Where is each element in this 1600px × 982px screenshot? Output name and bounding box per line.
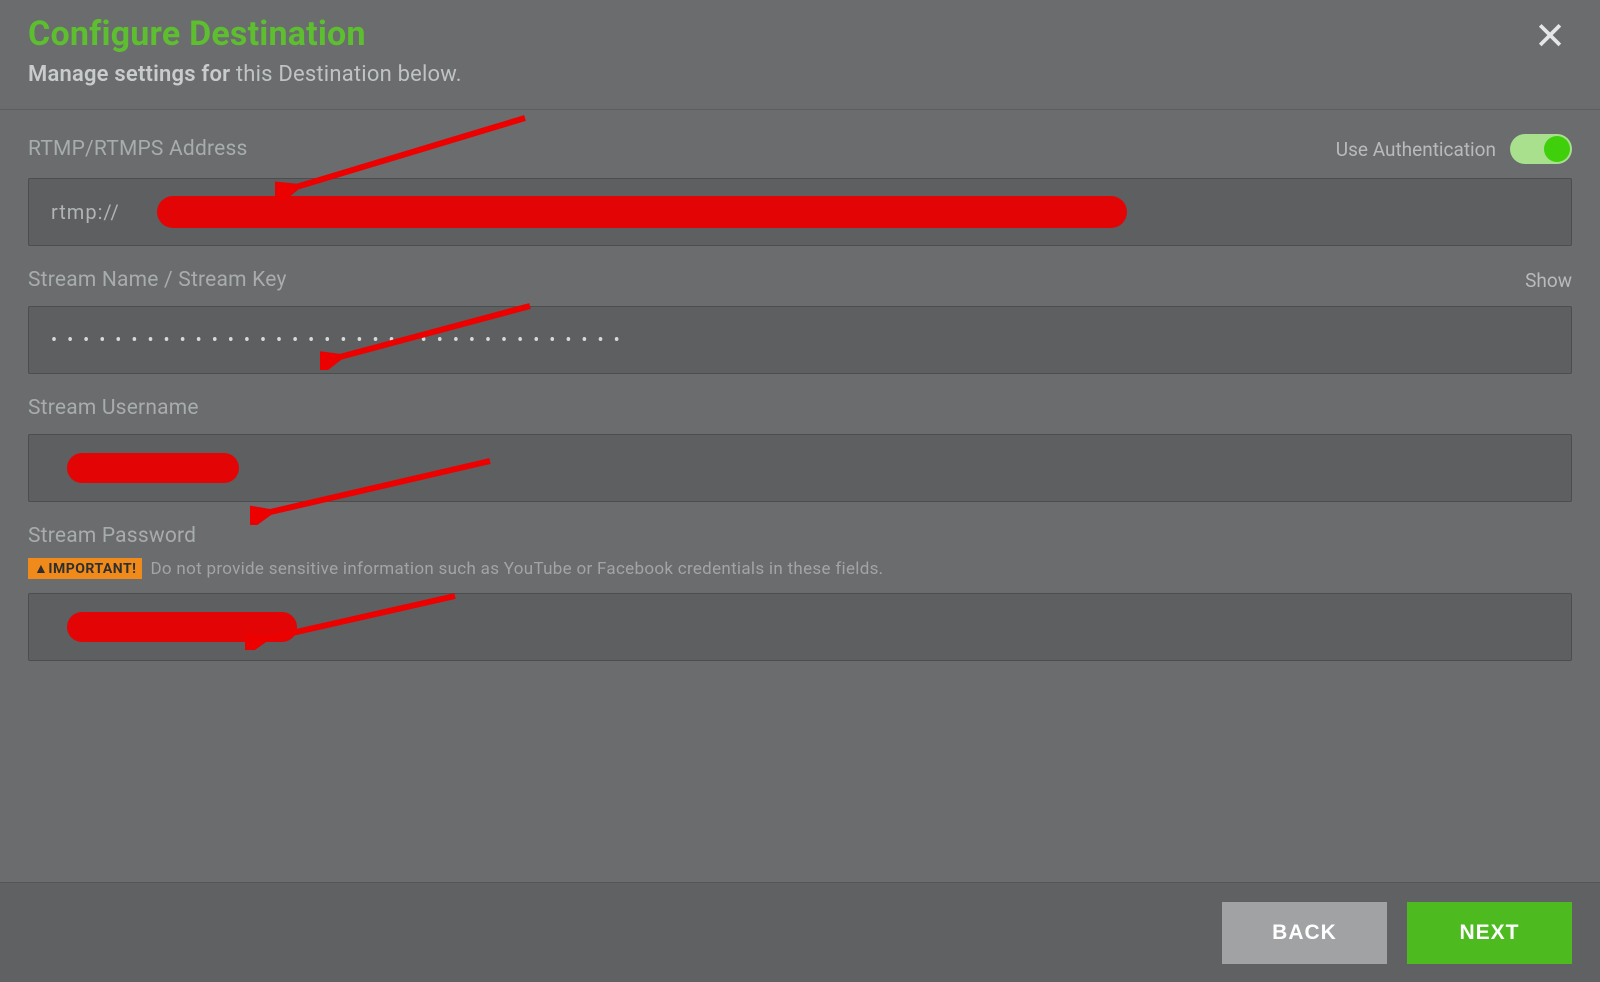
rtmp-label-row: RTMP/RTMPS Address Use Authentication: [28, 134, 1572, 164]
toggle-knob-icon: [1544, 136, 1570, 162]
dialog-subtitle: Manage settings for this Destination bel…: [28, 62, 1528, 87]
streamkey-masked-value: ••••••••••••••••••••••••••••••••••••: [51, 330, 630, 351]
auth-label: Use Authentication: [1336, 138, 1496, 161]
important-text: Do not provide sensitive information suc…: [150, 559, 883, 579]
redaction-bar: [157, 196, 1127, 228]
back-button[interactable]: BACK: [1222, 902, 1387, 964]
next-button[interactable]: NEXT: [1407, 902, 1572, 964]
redaction-bar: [67, 453, 239, 483]
streamkey-input[interactable]: ••••••••••••••••••••••••••••••••••••: [28, 306, 1572, 374]
subtitle-rest: this Destination below.: [230, 62, 461, 87]
important-badge: ▲IMPORTANT!: [28, 558, 142, 579]
rtmp-input[interactable]: rtmp://: [28, 178, 1572, 246]
rtmp-field-block: RTMP/RTMPS Address Use Authentication rt…: [28, 134, 1572, 246]
rtmp-label: RTMP/RTMPS Address: [28, 137, 248, 161]
streamkey-field-block: Stream Name / Stream Key Show ••••••••••…: [28, 268, 1572, 374]
subtitle-bold: Manage settings for: [28, 62, 230, 87]
close-icon[interactable]: ✕: [1528, 14, 1572, 60]
redaction-bar: [67, 612, 297, 642]
dialog-title: Configure Destination: [28, 14, 1528, 54]
auth-toggle-group: Use Authentication: [1336, 134, 1572, 164]
username-input[interactable]: [28, 434, 1572, 502]
important-row: ▲IMPORTANT! Do not provide sensitive inf…: [28, 558, 1572, 579]
username-label-row: Stream Username: [28, 396, 1572, 420]
password-label: Stream Password: [28, 524, 1572, 548]
username-label: Stream Username: [28, 396, 199, 420]
show-key-link[interactable]: Show: [1525, 269, 1572, 292]
form-area: RTMP/RTMPS Address Use Authentication rt…: [0, 110, 1600, 695]
dialog-footer: BACK NEXT: [0, 882, 1600, 982]
password-field-block: Stream Password ▲IMPORTANT! Do not provi…: [28, 524, 1572, 661]
username-field-block: Stream Username: [28, 396, 1572, 502]
auth-toggle[interactable]: [1510, 134, 1572, 164]
streamkey-label: Stream Name / Stream Key: [28, 268, 287, 292]
rtmp-value-prefix: rtmp://: [51, 200, 120, 224]
streamkey-label-row: Stream Name / Stream Key Show: [28, 268, 1572, 292]
password-input[interactable]: [28, 593, 1572, 661]
dialog-header: Configure Destination Manage settings fo…: [0, 0, 1600, 110]
header-text: Configure Destination Manage settings fo…: [28, 14, 1528, 87]
configure-destination-dialog: Configure Destination Manage settings fo…: [0, 0, 1600, 982]
